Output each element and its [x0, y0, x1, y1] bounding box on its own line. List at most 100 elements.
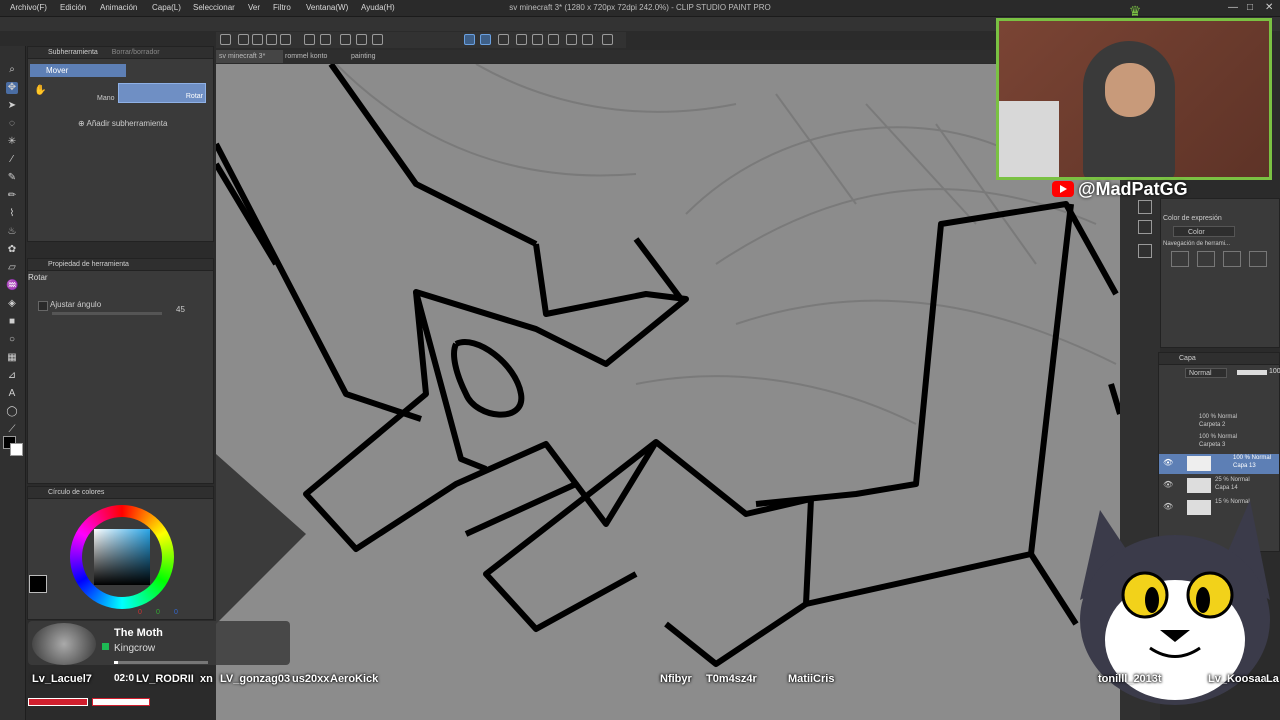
redo-icon[interactable]	[320, 34, 331, 45]
zoom-icon[interactable]: ⌕	[6, 64, 18, 76]
chat-name: Nfibyr	[660, 673, 692, 685]
close-button[interactable]: ✕	[1265, 2, 1273, 13]
layer-row[interactable]: 100 % Normal Carpeta 2	[1159, 413, 1279, 433]
layer-row[interactable]: 100 % Normal Carpeta 3	[1159, 433, 1279, 453]
track-artist: Kingcrow	[114, 643, 156, 654]
ruler-icon[interactable]	[498, 34, 509, 45]
rotate-icon[interactable]	[582, 34, 593, 45]
airbrush-icon[interactable]: ♨	[6, 226, 18, 238]
menu-ventana[interactable]: Ventana(W)	[306, 3, 348, 12]
snap-ruler-icon[interactable]	[464, 34, 475, 45]
layer-panel-title[interactable]: Capa	[1179, 355, 1196, 362]
export-icon[interactable]	[280, 34, 291, 45]
maximize-button[interactable]: □	[1247, 2, 1253, 13]
correct-line-icon[interactable]: ⟋	[6, 424, 18, 436]
sketch-artwork	[216, 64, 1120, 667]
color-main-swatch[interactable]	[29, 575, 47, 593]
chat-name: LV_gonzag03	[220, 673, 291, 685]
menu-seleccionar[interactable]: Seleccionar	[193, 3, 235, 12]
text-icon[interactable]: A	[6, 388, 18, 400]
crop-icon[interactable]	[516, 34, 527, 45]
album-art	[32, 623, 96, 665]
pen-icon[interactable]: ✎	[6, 172, 18, 184]
clear-icon[interactable]	[340, 34, 351, 45]
tab-painting[interactable]: painting	[348, 50, 415, 63]
frame-icon[interactable]: ▦	[6, 352, 18, 364]
add-subtool-button[interactable]: ⊕ Añadir subherramienta	[78, 119, 167, 128]
pencil-icon[interactable]: ✏	[6, 190, 18, 202]
figure-icon[interactable]: ○	[6, 334, 18, 346]
sub-view-icon[interactable]	[1138, 220, 1152, 234]
open-folder-icon[interactable]	[252, 34, 263, 45]
subtool-rotate[interactable]: Rotar	[118, 83, 206, 103]
hue-ring[interactable]	[70, 505, 174, 609]
menu-capa[interactable]: Capa(L)	[152, 3, 181, 12]
home-icon[interactable]	[220, 34, 231, 45]
subtool-tab-eraser[interactable]: Borrar/borrador	[112, 49, 160, 56]
eyedropper-icon[interactable]: ⁄	[6, 154, 18, 166]
decoration-icon[interactable]: ✿	[6, 244, 18, 256]
subtool-move[interactable]: Mover	[30, 64, 126, 77]
menu-animacion[interactable]: Animación	[100, 3, 137, 12]
tab-rommel-konto[interactable]: rommel konto	[282, 50, 349, 63]
color-wheel-title[interactable]: Círculo de colores	[48, 489, 104, 496]
tool-property-header: Propiedad de herramienta	[28, 259, 213, 271]
expression-color-select[interactable]: Color	[1173, 226, 1235, 237]
layer-tool-4-icon[interactable]	[1249, 251, 1267, 267]
blend-mode-select[interactable]: Normal	[1185, 368, 1227, 378]
panel-icon[interactable]	[602, 34, 613, 45]
move-tool-icon[interactable]: ✥	[6, 82, 18, 94]
menu-edicion[interactable]: Edición	[60, 3, 86, 12]
layer-tool-2-icon[interactable]	[1197, 251, 1215, 267]
sub-color-swatch[interactable]	[10, 443, 23, 456]
fill-icon[interactable]	[356, 34, 367, 45]
angle-value[interactable]: 45	[176, 305, 185, 314]
layer-opacity-text: 100 % Normal	[1199, 414, 1238, 420]
opacity-slider[interactable]	[1237, 370, 1267, 375]
track-progress-bar	[114, 661, 208, 664]
menu-archivo[interactable]: Archivo(F)	[10, 3, 47, 12]
menu-ayuda[interactable]: Ayuda(H)	[361, 3, 395, 12]
drawing-canvas[interactable]	[216, 64, 1120, 720]
save-icon[interactable]	[266, 34, 277, 45]
layer-row-selected[interactable]: 👁 100 % Normal Capa 13	[1159, 454, 1279, 474]
layer-tool-3-icon[interactable]	[1223, 251, 1241, 267]
lasso-icon[interactable]: ◌	[6, 118, 18, 130]
brush-icon[interactable]: ⌇	[6, 208, 18, 220]
cat-mascot	[1080, 500, 1270, 705]
blend-icon[interactable]: ♒	[6, 280, 18, 292]
flip-icon[interactable]	[532, 34, 543, 45]
tool-property-title[interactable]: Propiedad de herramienta	[48, 261, 129, 268]
navigator-icon[interactable]	[1138, 200, 1152, 214]
symmetry-icon[interactable]	[566, 34, 577, 45]
menu-ver[interactable]: Ver	[248, 3, 260, 12]
layer-tool-1-icon[interactable]	[1171, 251, 1189, 267]
eraser-icon[interactable]: ▱	[6, 262, 18, 274]
subtool-panel-title[interactable]: Subherramienta	[48, 49, 98, 56]
ruler-tool-icon[interactable]: ⊿	[6, 370, 18, 382]
fill-tool-icon[interactable]: ◈	[6, 298, 18, 310]
magic-wand-icon[interactable]: ✳	[6, 136, 18, 148]
saturation-value-square[interactable]	[94, 529, 150, 585]
menu-filtro[interactable]: Filtro	[273, 3, 291, 12]
balloon-icon[interactable]: ◯	[6, 406, 18, 418]
color-value-b: 0	[174, 609, 178, 616]
undo-icon[interactable]	[304, 34, 315, 45]
gradient-icon[interactable]: ■	[6, 316, 18, 328]
minimize-button[interactable]: —	[1228, 2, 1238, 13]
angle-slider[interactable]	[52, 312, 162, 315]
adjust-angle-checkbox[interactable]	[38, 301, 48, 311]
eye-icon[interactable]: 👁	[1163, 480, 1173, 489]
grid-icon[interactable]	[548, 34, 559, 45]
hand-icon[interactable]: ✋	[34, 85, 46, 96]
operation-icon[interactable]: ➤	[6, 100, 18, 112]
snap-special-ruler-icon[interactable]	[480, 34, 491, 45]
new-file-icon[interactable]	[238, 34, 249, 45]
spotify-icon	[102, 643, 109, 650]
tab-sv-minecraft[interactable]: sv minecraft 3*	[216, 50, 283, 63]
eye-icon[interactable]: 👁	[1163, 458, 1173, 467]
layer-name: Capa 13	[1233, 463, 1256, 469]
transform-icon[interactable]	[372, 34, 383, 45]
material-icon[interactable]	[1138, 244, 1152, 258]
opacity-value[interactable]: 100	[1269, 368, 1280, 375]
